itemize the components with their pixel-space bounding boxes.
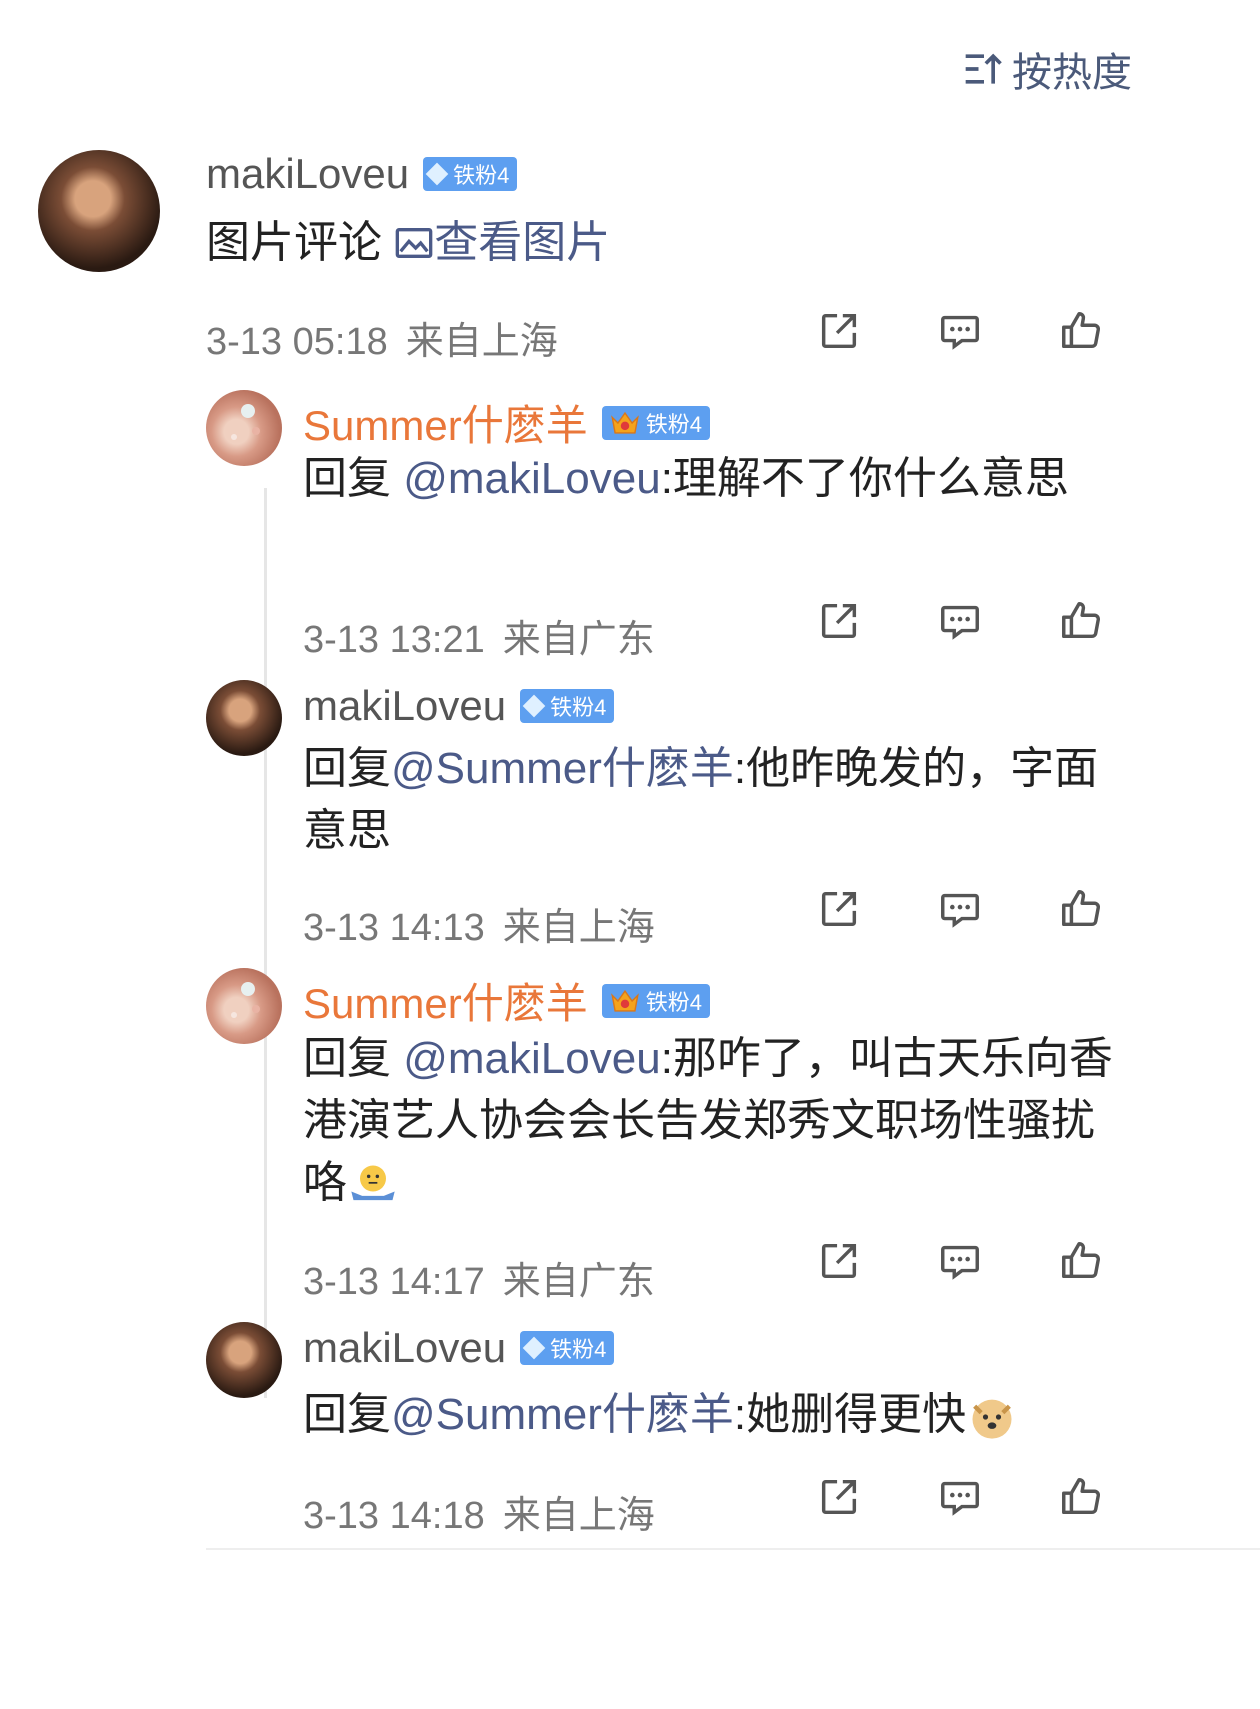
thumbs-up-icon <box>1062 890 1100 927</box>
share-icon <box>821 1479 857 1515</box>
avatar[interactable] <box>206 1322 282 1398</box>
location: 来自上海 <box>502 1495 655 1537</box>
reply-meta: 3-13 14:13 来自上海 <box>303 896 655 951</box>
fan-badge[interactable]: 铁粉4 <box>601 983 710 1018</box>
sort-label: 按热度 <box>1012 51 1132 95</box>
thumbs-up-icon <box>1062 312 1100 349</box>
doge-emoji-icon <box>972 1400 1012 1440</box>
share-button[interactable] <box>816 1238 862 1284</box>
location: 来自广东 <box>502 619 655 661</box>
reply-text: 回复 @makiLoveu:理解不了你什么意思 <box>303 454 1069 503</box>
mention-link[interactable]: @makiLoveu <box>403 454 660 503</box>
crown-icon <box>610 411 639 434</box>
share-icon <box>821 603 857 639</box>
diamond-icon <box>522 694 546 718</box>
like-button[interactable] <box>1058 598 1104 644</box>
diamond-icon <box>522 1336 546 1360</box>
reply-button[interactable] <box>937 886 983 932</box>
location: 来自上海 <box>502 907 655 949</box>
image-icon <box>395 228 433 258</box>
mention-link[interactable]: @makiLoveu <box>403 1034 660 1083</box>
share-button[interactable] <box>816 598 862 644</box>
like-button[interactable] <box>1058 308 1104 354</box>
thumbs-up-icon <box>1062 1478 1100 1515</box>
avatar[interactable] <box>206 968 282 1044</box>
timestamp: 3-13 14:17 <box>303 1261 485 1303</box>
share-button[interactable] <box>816 886 862 932</box>
reply-button[interactable] <box>937 308 983 354</box>
username[interactable]: makiLoveu <box>206 150 409 198</box>
shrug-emoji-icon <box>351 1165 395 1201</box>
username[interactable]: makiLoveu <box>303 682 506 730</box>
avatar[interactable] <box>206 680 282 756</box>
avatar[interactable] <box>38 150 160 272</box>
comment-icon <box>941 605 979 640</box>
comment-icon <box>941 1481 979 1516</box>
avatar[interactable] <box>206 390 282 466</box>
sort-hot-button[interactable]: 按热度 <box>962 40 1132 98</box>
mention-link[interactable]: @Summer什麽羊 <box>391 1390 734 1439</box>
reply-meta: 3-13 14:17 来自广东 <box>303 1250 655 1305</box>
reply-meta: 3-13 13:21 来自广东 <box>303 608 655 663</box>
diamond-icon <box>425 162 449 186</box>
like-button[interactable] <box>1058 1238 1104 1284</box>
username[interactable]: Summer什麽羊 <box>303 970 588 1031</box>
fan-badge[interactable]: 铁粉4 <box>520 689 615 723</box>
timestamp: 3-13 14:13 <box>303 907 485 949</box>
comment-icon <box>941 1245 979 1280</box>
share-icon <box>821 1243 857 1279</box>
divider <box>206 1548 1260 1550</box>
reply-button[interactable] <box>937 1238 983 1284</box>
reply-button[interactable] <box>937 1474 983 1520</box>
reply-text: 回复@Summer什麽羊:他昨晚发的，字面意思 <box>303 744 1099 855</box>
share-icon <box>821 313 857 349</box>
fan-badge[interactable]: 铁粉4 <box>601 405 710 440</box>
reply-thread-line <box>264 488 267 1398</box>
share-button[interactable] <box>816 308 862 354</box>
thumbs-up-icon <box>1062 1242 1100 1279</box>
location: 来自广东 <box>502 1261 655 1303</box>
mention-link[interactable]: @Summer什麽羊 <box>391 744 734 793</box>
fan-badge[interactable]: 铁粉4 <box>520 1331 615 1365</box>
like-button[interactable] <box>1058 886 1104 932</box>
reply-text: 回复@Summer什麽羊:她删得更快 <box>303 1384 1133 1446</box>
share-button[interactable] <box>816 1474 862 1520</box>
like-button[interactable] <box>1058 1474 1104 1520</box>
reply-text: 回复 @makiLoveu:那咋了，叫古天乐向香港演艺人协会会长告发郑秀文职场性… <box>303 1028 1113 1214</box>
timestamp: 3-13 13:21 <box>303 619 485 661</box>
location: 来自上海 <box>405 321 558 363</box>
comment-icon <box>941 893 979 928</box>
crown-icon <box>610 989 639 1012</box>
comment-text: 图片评论 查看图片 <box>206 218 611 267</box>
comment-icon <box>941 315 979 350</box>
thumbs-up-icon <box>1062 602 1100 639</box>
fan-badge[interactable]: 铁粉4 <box>423 157 518 191</box>
sort-icon <box>965 53 1002 84</box>
username[interactable]: makiLoveu <box>303 1324 506 1372</box>
share-icon <box>821 891 857 927</box>
timestamp: 3-13 05:18 <box>206 321 388 363</box>
reply-meta: 3-13 14:18 来自上海 <box>303 1484 655 1539</box>
timestamp: 3-13 14:18 <box>303 1495 485 1537</box>
reply-button[interactable] <box>937 598 983 644</box>
view-image-link[interactable]: 查看图片 <box>394 218 610 267</box>
comment-meta: 3-13 05:18 来自上海 <box>206 310 558 365</box>
username[interactable]: Summer什麽羊 <box>303 392 588 453</box>
